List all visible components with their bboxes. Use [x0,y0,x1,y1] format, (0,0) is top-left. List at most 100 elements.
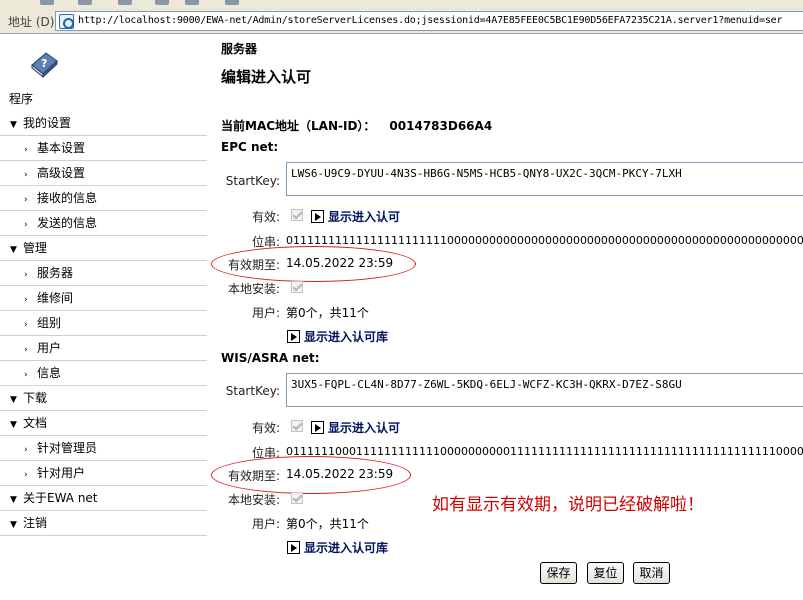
bullet-arrow-icon: › [24,170,28,180]
sidebar-item-label: 文档 [23,416,48,430]
expand-triangle-icon: ▼ [10,245,17,255]
wis-show-library-link[interactable]: 显示进入认可库 [287,539,388,556]
sidebar-item-label: 针对用户 [37,466,86,480]
epc-local-checkbox[interactable] [291,281,303,293]
save-button[interactable]: 保存 [540,562,577,584]
wis-valid-checkbox[interactable] [291,420,303,432]
expand-triangle-icon: ▼ [10,520,17,530]
sidebar-item-label: 用户 [37,341,62,355]
sidebar-item[interactable]: ▼ 文档 [0,411,207,436]
expand-arrow-icon [311,421,324,434]
forward-icon[interactable] [78,0,92,5]
bullet-arrow-icon: › [24,195,28,205]
sidebar-item[interactable]: ▼ 我的设置 [0,111,207,136]
wis-startkey-label: StartKey: [225,384,280,398]
mac-label: 当前MAC地址（LAN-ID）： [221,119,376,133]
expand-triangle-icon: ▼ [10,420,17,430]
epc-show-license-text: 显示进入认可 [328,210,401,224]
wis-local-checkbox[interactable] [291,492,303,504]
bullet-arrow-icon: › [24,220,28,230]
epc-valid-label: 有效: [251,210,280,224]
sidebar-item-label: 高级设置 [37,166,86,180]
refresh-icon[interactable] [155,0,169,5]
sidebar-item-label: 组别 [37,316,62,330]
expand-triangle-icon: ▼ [10,495,17,505]
sidebar-item-label: 基本设置 [37,141,86,155]
wis-users-label: 用户: [251,517,280,531]
sidebar-item-label: 信息 [37,366,62,380]
wis-bits-value: 0111111000111111111111000000000011111111… [286,445,803,458]
epc-show-library-text: 显示进入认可库 [304,330,389,344]
sidebar-item-label: 维修间 [37,291,74,305]
wis-local-label: 本地安装: [227,493,280,507]
sidebar-item[interactable]: › 维修间 [0,286,207,311]
sidebar-item[interactable]: ▼ 管理 [0,236,207,261]
sidebar-item[interactable]: › 高级设置 [0,161,207,186]
address-bar: 地址 (D) http://localhost:9000/EWA-net/Adm… [0,8,803,34]
wis-valid-label: 有效: [251,421,280,435]
epc-expiry-highlight [211,246,416,282]
crack-annotation: 如有显示有效期，说明已经破解啦！ [432,495,704,515]
wis-show-license-text: 显示进入认可 [328,421,401,435]
epc-heading: EPC net: [221,140,279,154]
sidebar-item[interactable]: › 基本设置 [0,136,207,161]
wis-heading: WIS/ASRA net: [221,351,320,365]
sidebar-item[interactable]: › 用户 [0,336,207,361]
home-icon[interactable] [185,0,199,5]
sidebar-item[interactable]: › 接收的信息 [0,186,207,211]
bullet-arrow-icon: › [24,320,28,330]
epc-show-license-link[interactable]: 显示进入认可 [311,208,400,225]
bullet-arrow-icon: › [24,295,28,305]
epc-local-label: 本地安装: [227,282,280,296]
sidebar-item[interactable]: › 信息 [0,361,207,386]
page-icon [59,14,74,29]
address-label: 地址 (D) [8,15,55,29]
sidebar-item[interactable]: › 组别 [0,311,207,336]
sidebar-item-label: 服务器 [37,266,74,280]
back-icon[interactable] [40,0,54,5]
mac-address-line: 当前MAC地址（LAN-ID）： 0014783D66A4 [221,117,492,134]
bullet-arrow-icon: › [24,470,28,480]
help-book-icon[interactable]: ? [28,47,60,79]
sidebar-item[interactable]: › 针对用户 [0,461,207,486]
sidebar-nav: ▼ 我的设置 › 基本设置 › 高级设置 › 接收的信息 › 发送的信息 ▼ 管理 › 服务器 › 维修间 › 组… [0,111,207,536]
epc-users-value: 第0个，共11个 [286,306,369,320]
expand-arrow-icon [287,330,300,343]
wis-show-library-text: 显示进入认可库 [304,541,389,555]
url-text[interactable]: http://localhost:9000/EWA-net/Admin/stor… [78,15,782,26]
epc-valid-checkbox[interactable] [291,209,303,221]
browser-toolbar [0,0,803,8]
cancel-button[interactable]: 取消 [633,562,670,584]
expand-triangle-icon: ▼ [10,395,17,405]
wis-show-license-link[interactable]: 显示进入认可 [311,419,400,436]
search-icon[interactable] [225,0,239,5]
epc-show-library-link[interactable]: 显示进入认可库 [287,328,388,345]
bullet-arrow-icon: › [24,370,28,380]
url-field[interactable]: http://localhost:9000/EWA-net/Admin/stor… [55,11,803,31]
main-content: 服务器 编辑进入认可 当前MAC地址（LAN-ID）： 0014783D66A4 … [210,34,803,600]
sidebar-item[interactable]: ▼ 关于EWA net [0,486,207,511]
program-label: 程序 [9,92,34,106]
epc-startkey-field[interactable]: LWS6-U9C9-DYUU-4N3S-HB6G-N5MS-HCB5-QNY8-… [286,162,803,196]
bullet-arrow-icon: › [24,345,28,355]
sidebar-item-label: 我的设置 [23,116,72,130]
reset-button[interactable]: 复位 [587,562,624,584]
sidebar-item-label: 接收的信息 [37,191,98,205]
sidebar-item-label: 关于EWA net [23,491,98,505]
expand-triangle-icon: ▼ [10,120,17,130]
section-title: 服务器 [221,42,258,56]
sidebar-item[interactable]: ▼ 注销 [0,511,207,536]
wis-expiry-highlight [211,456,411,494]
sidebar-item[interactable]: › 针对管理员 [0,436,207,461]
sidebar-item[interactable]: ▼ 下载 [0,386,207,411]
sidebar-item-label: 管理 [23,241,48,255]
mac-value: 0014783D66A4 [389,119,493,133]
sidebar-item[interactable]: › 发送的信息 [0,211,207,236]
expand-arrow-icon [287,541,300,554]
bullet-arrow-icon: › [24,445,28,455]
bullet-arrow-icon: › [24,145,28,155]
epc-startkey-label: StartKey: [225,174,280,188]
sidebar-item[interactable]: › 服务器 [0,261,207,286]
stop-icon[interactable] [118,0,132,5]
wis-startkey-field[interactable]: 3UX5-FQPL-CL4N-8D77-Z6WL-5KDQ-6ELJ-WCFZ-… [286,373,803,407]
